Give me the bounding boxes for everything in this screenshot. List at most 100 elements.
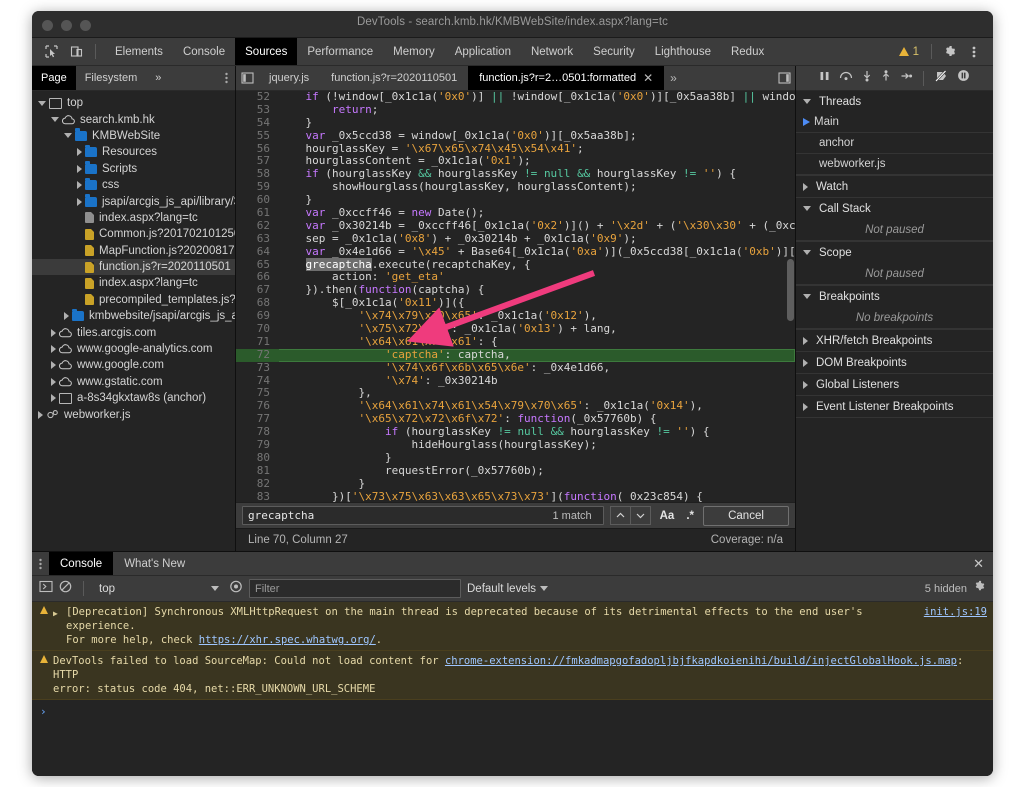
tree-item[interactable]: index.aspx?lang=tc bbox=[32, 210, 235, 226]
debugger-section-header[interactable]: DOM Breakpoints bbox=[796, 352, 993, 373]
section-twisty-icon[interactable] bbox=[803, 182, 808, 191]
file-tree[interactable]: top search.kmb.hk KMBWebSite Resources Scrip… bbox=[32, 91, 235, 551]
tab-network[interactable]: Network bbox=[521, 38, 583, 65]
find-prev-button[interactable] bbox=[609, 506, 631, 525]
console-prompt[interactable]: › bbox=[32, 700, 993, 723]
tree-item[interactable]: Scripts bbox=[32, 161, 235, 177]
line-number[interactable]: 80 bbox=[236, 451, 279, 465]
console-message-warning[interactable]: ▶ [Deprecation] Synchronous XMLHttpReque… bbox=[32, 602, 993, 651]
line-number[interactable]: 70 bbox=[236, 322, 279, 336]
debugger-section-header[interactable]: Scope bbox=[796, 242, 993, 263]
tree-item[interactable]: search.kmb.hk bbox=[32, 111, 235, 127]
tree-twisty-icon[interactable] bbox=[77, 148, 82, 157]
code-line[interactable]: 53 return; bbox=[236, 103, 795, 117]
console-context-selector[interactable]: top bbox=[95, 580, 223, 597]
code-line[interactable]: 71 '\x64\x61\x74\x61': { bbox=[236, 335, 795, 349]
tree-item[interactable]: index.aspx?lang=tc bbox=[32, 275, 235, 291]
tree-item[interactable]: css bbox=[32, 177, 235, 193]
code-line[interactable]: 73 '\x74\x6f\x6b\x65\x6e': _0x4e1d66, bbox=[236, 361, 795, 375]
section-twisty-icon[interactable] bbox=[803, 358, 808, 367]
section-twisty-icon[interactable] bbox=[803, 294, 811, 299]
tab-performance[interactable]: Performance bbox=[297, 38, 383, 65]
editor-tab-function-js-formatted[interactable]: function.js?r=2…0501:formatted ✕ bbox=[468, 66, 665, 90]
step-into-icon[interactable] bbox=[862, 69, 872, 87]
tab-elements[interactable]: Elements bbox=[105, 38, 173, 65]
thread-item[interactable]: Main bbox=[796, 112, 993, 133]
tree-item[interactable]: kmbwebsite/jsapi/arcgis_js_ap bbox=[32, 308, 235, 324]
section-twisty-icon[interactable] bbox=[803, 99, 811, 104]
find-match-case-button[interactable]: Aa bbox=[657, 510, 678, 522]
line-number[interactable]: 72 bbox=[236, 348, 279, 362]
line-number[interactable]: 82 bbox=[236, 477, 279, 491]
warning-badge[interactable]: 1 bbox=[894, 46, 924, 58]
close-drawer-icon[interactable]: ✕ bbox=[964, 552, 993, 575]
code-line[interactable]: 79 hideHourglass(hourglassKey); bbox=[236, 438, 795, 452]
debugger-section-header[interactable]: Breakpoints bbox=[796, 286, 993, 307]
find-cancel-button[interactable]: Cancel bbox=[703, 505, 789, 526]
tree-item[interactable]: Common.js?2017021012505 bbox=[32, 226, 235, 242]
drawer-more-options-icon[interactable] bbox=[32, 552, 49, 575]
tree-twisty-icon[interactable] bbox=[38, 100, 46, 106]
code-line[interactable]: 62 var _0x30214b = _0xccff46[_0x1c1a('0x… bbox=[236, 219, 795, 233]
debugger-section-header[interactable]: XHR/fetch Breakpoints bbox=[796, 330, 993, 351]
console-message-source[interactable]: init.js:19 bbox=[914, 605, 987, 647]
tree-twisty-icon[interactable] bbox=[77, 181, 82, 190]
line-number[interactable]: 71 bbox=[236, 335, 279, 349]
tree-item[interactable]: www.gstatic.com bbox=[32, 374, 235, 390]
line-number[interactable]: 63 bbox=[236, 232, 279, 246]
tab-lighthouse[interactable]: Lighthouse bbox=[645, 38, 721, 65]
tree-item[interactable]: www.google-analytics.com bbox=[32, 341, 235, 357]
tree-twisty-icon[interactable] bbox=[51, 361, 56, 370]
line-number[interactable]: 83 bbox=[236, 490, 279, 502]
tree-item[interactable]: tiles.arcgis.com bbox=[32, 324, 235, 340]
code-line[interactable]: 64 var _0x4e1d66 = '\x45' + Base64[_0x1c… bbox=[236, 245, 795, 259]
tree-twisty-icon[interactable] bbox=[51, 394, 56, 403]
section-twisty-icon[interactable] bbox=[803, 206, 811, 211]
debugger-section-header[interactable]: Global Listeners bbox=[796, 374, 993, 395]
sourcemap-link[interactable]: chrome-extension://fmkadmapgofadopljbjfk… bbox=[445, 655, 957, 667]
expand-icon[interactable]: ▶ bbox=[53, 607, 61, 647]
section-twisty-icon[interactable] bbox=[803, 336, 808, 345]
navigator-more-options-icon[interactable] bbox=[217, 66, 235, 90]
line-number[interactable]: 55 bbox=[236, 129, 279, 143]
tree-item[interactable]: precompiled_templates.js?2 bbox=[32, 292, 235, 308]
section-twisty-icon[interactable] bbox=[803, 250, 811, 255]
step-icon[interactable] bbox=[900, 69, 913, 87]
section-twisty-icon[interactable] bbox=[803, 380, 808, 389]
code-line[interactable]: 59 showHourglass(hourglassKey, hourglass… bbox=[236, 180, 795, 195]
navigator-tabs-overflow-icon[interactable]: » bbox=[146, 66, 170, 90]
tree-twisty-icon[interactable] bbox=[51, 328, 56, 337]
step-over-icon[interactable] bbox=[839, 69, 853, 87]
clear-console-icon[interactable] bbox=[59, 580, 72, 598]
tree-item[interactable]: KMBWebSite bbox=[32, 128, 235, 144]
line-number[interactable]: 52 bbox=[236, 91, 279, 104]
pause-on-exceptions-icon[interactable] bbox=[957, 69, 970, 87]
line-number[interactable]: 81 bbox=[236, 464, 279, 478]
debugger-section-header[interactable]: Watch bbox=[796, 176, 993, 197]
editor-tabs-overflow-icon[interactable]: » bbox=[664, 66, 683, 90]
find-next-button[interactable] bbox=[630, 506, 651, 525]
inspect-element-icon[interactable] bbox=[40, 42, 62, 62]
tree-item[interactable]: www.google.com bbox=[32, 357, 235, 373]
navigator-toggle-icon[interactable] bbox=[236, 66, 258, 90]
tab-memory[interactable]: Memory bbox=[383, 38, 445, 65]
step-out-icon[interactable] bbox=[881, 69, 891, 87]
tree-twisty-icon[interactable] bbox=[38, 410, 43, 419]
code-line[interactable]: 52 if (!window[_0x1c1a('0x0')] || !windo… bbox=[236, 91, 795, 104]
eye-icon[interactable] bbox=[229, 580, 243, 598]
tree-item[interactable]: MapFunction.js?202008171 bbox=[32, 243, 235, 259]
tab-application[interactable]: Application bbox=[445, 38, 521, 65]
deactivate-breakpoints-icon[interactable] bbox=[934, 69, 948, 87]
more-options-icon[interactable] bbox=[963, 42, 985, 62]
line-number[interactable]: 61 bbox=[236, 206, 279, 220]
line-number[interactable]: 64 bbox=[236, 245, 279, 259]
editor-tab-function-js[interactable]: function.js?r=2020110501 bbox=[320, 66, 468, 90]
code-line[interactable]: 70 '\x75\x72\x6c': _0x1c1a('0x13') + lan… bbox=[236, 322, 795, 336]
tree-item[interactable]: top bbox=[32, 95, 235, 111]
line-number[interactable]: 62 bbox=[236, 219, 279, 233]
debugger-section-header[interactable]: Event Listener Breakpoints bbox=[796, 396, 993, 417]
code-line[interactable]: 81 requestError(_0x57760b); bbox=[236, 464, 795, 478]
find-regex-button[interactable]: .* bbox=[683, 510, 697, 522]
drawer-tab-console[interactable]: Console bbox=[49, 552, 114, 575]
tab-redux[interactable]: Redux bbox=[721, 38, 774, 65]
